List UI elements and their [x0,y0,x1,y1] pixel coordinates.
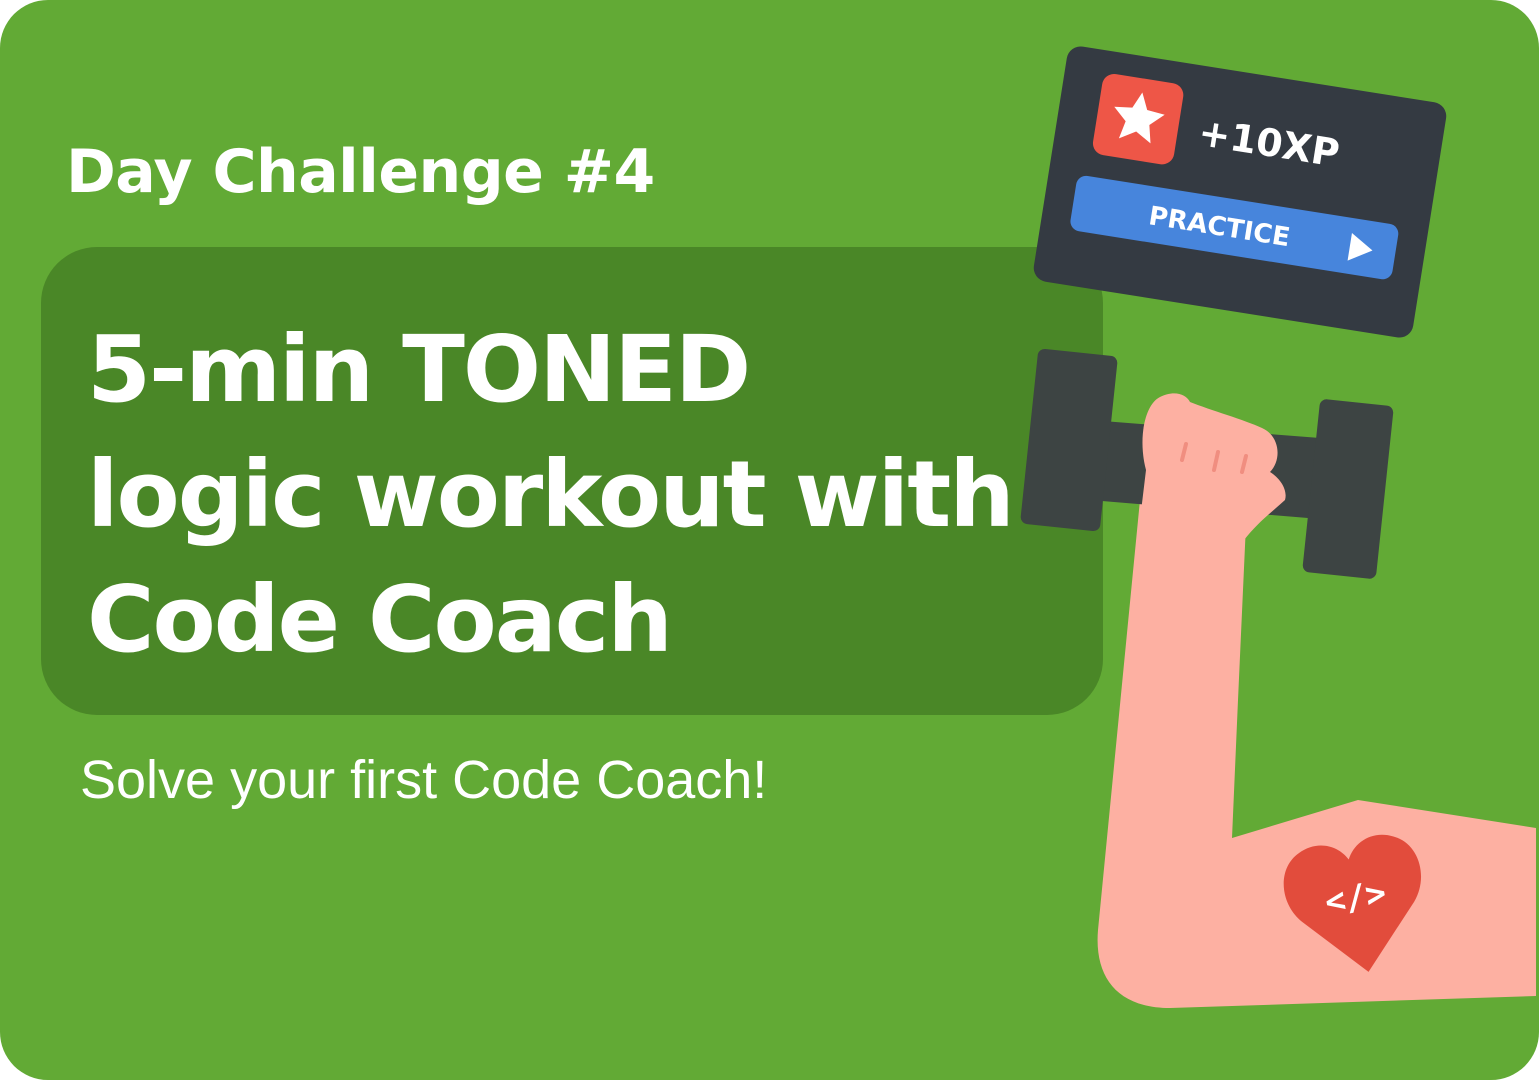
hand [1140,393,1286,540]
reward-card: +10XP PRACTICE [1033,46,1447,338]
workout-illustration: +10XP PRACTICE </> [1020,46,1536,1008]
star-icon [1092,73,1184,165]
challenge-card[interactable]: Day Challenge #4 5-min TONED logic worko… [0,0,1539,1080]
